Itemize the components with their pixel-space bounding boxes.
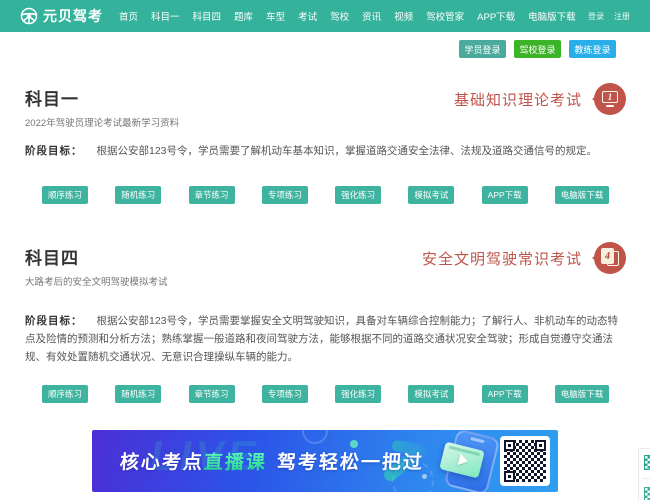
subject4-practice-random-button[interactable]: 随机练习 (115, 385, 162, 403)
register-link[interactable]: 注册 (614, 11, 630, 22)
banner-text-highlight: 直播课 (203, 452, 268, 474)
subject1-practice-random-button[interactable]: 随机练习 (115, 186, 162, 204)
subject1-mock-exam-button[interactable]: 模拟考试 (408, 186, 455, 204)
nav-item-app-download[interactable]: APP下载 (477, 9, 515, 23)
goal-text: 根据公安部123号令，学员需要掌握安全文明驾驶知识，具备对车辆综合控制能力；了解… (25, 315, 619, 363)
subject4-practice-special-button[interactable]: 专项练习 (261, 385, 308, 403)
banner-text-pre: 核心考点 (119, 452, 205, 474)
main-nav: 首页 科目一 科目四 题库 车型 考试 驾校 资讯 视频 驾校管家 APP下载 … (119, 9, 588, 23)
role-login-row: 学员登录 驾校登录 教练登录 (0, 40, 650, 58)
nav-item-exam[interactable]: 考试 (298, 9, 317, 23)
nav-item-question-bank[interactable]: 题库 (234, 9, 253, 23)
live-course-banner[interactable]: LIVE 核心考点直播课驾考轻松一把过 (92, 430, 558, 492)
monitor-icon: 1 (602, 91, 618, 107)
subject4-goal: 阶段目标： 根据公安部123号令，学员需要掌握安全文明驾驶知识，具备对车辆综合控制… (25, 312, 626, 366)
nav-item-pc-download[interactable]: 电脑版下载 (528, 9, 576, 23)
main-content: 科目一 基础知识理论考试 1 2022年驾驶员理论考试最新学习资料 阶段目标：根… (0, 83, 650, 403)
subject4-practice-intensive-button[interactable]: 强化练习 (335, 385, 382, 403)
subject1-pc-download-button[interactable]: 电脑版下载 (554, 186, 609, 204)
subject1-practice-intensive-button[interactable]: 强化练习 (335, 186, 382, 204)
site-logo[interactable]: 元贝驾考 (20, 6, 103, 26)
subject4-practice-chapter-button[interactable]: 章节练习 (188, 385, 235, 403)
nav-item-driving-school[interactable]: 驾校 (330, 9, 349, 23)
subject4-exam-label: 安全文明驾驶常识考试 4 (422, 242, 626, 274)
login-link[interactable]: 登录 (588, 11, 604, 22)
nav-item-news[interactable]: 资讯 (362, 9, 381, 23)
subject1-exam-label: 基础知识理论考试 1 (454, 83, 626, 115)
page: 元贝驾考 首页 科目一 科目四 题库 车型 考试 驾校 资讯 视频 驾校管家 A… (0, 0, 650, 500)
site-logo-text: 元贝驾考 (43, 8, 103, 24)
subject4-mock-exam-button[interactable]: 模拟考试 (408, 385, 455, 403)
goal-label: 阶段目标： (25, 145, 83, 157)
nav-item-subject1[interactable]: 科目一 (151, 9, 180, 23)
subject4-pc-download-button[interactable]: 电脑版下载 (554, 385, 609, 403)
subject1-practice-sequence-button[interactable]: 顺序练习 (42, 186, 88, 204)
subject1-practice-buttons: 顺序练习 随机练习 章节练习 专项练习 强化练习 模拟考试 APP下载 电脑版下… (25, 186, 626, 204)
subject1-goal: 阶段目标： 根据公安部123号令，学员需要了解机动车基本知识，掌握道路交通安全法律… (25, 142, 626, 160)
banner-text: 核心考点直播课 驾考轻松一把过 (119, 448, 425, 475)
coach-login-button[interactable]: 教练登录 (569, 40, 616, 58)
subject4-exam-badge: 4 (592, 242, 626, 274)
play-icon (457, 453, 470, 468)
subject4-app-download-button[interactable]: APP下载 (481, 385, 528, 403)
subject1-exam-name: 基础知识理论考试 (453, 92, 582, 109)
subject1-subtitle: 2022年驾驶员理论考试最新学习资料 (25, 118, 180, 129)
subject1-badge-number: 1 (602, 91, 618, 103)
nav-item-subject4[interactable]: 科目四 (193, 9, 222, 23)
subject4-practice-buttons: 顺序练习 随机练习 章节练习 专项练习 强化练习 模拟考试 APP下载 电脑版下… (25, 385, 626, 403)
subject1-practice-special-button[interactable]: 专项练习 (261, 186, 308, 204)
subject1-app-download-button[interactable]: APP下载 (481, 186, 528, 204)
side-float-widget[interactable] (638, 448, 650, 500)
qr-code-icon[interactable] (644, 455, 650, 470)
top-nav-bar: 元贝驾考 首页 科目一 科目四 题库 车型 考试 驾校 资讯 视频 驾校管家 A… (0, 0, 650, 32)
widget-icon[interactable] (644, 487, 650, 500)
subject1-header-row: 科目一 基础知识理论考试 1 (25, 83, 626, 115)
subject1-title: 科目一 (25, 90, 79, 109)
student-login-button[interactable]: 学员登录 (459, 40, 506, 58)
auth-links: 登录 注册 (588, 11, 630, 22)
subject4-title: 科目四 (25, 249, 79, 268)
subject4-header-row: 科目四 安全文明驾驶常识考试 4 (25, 242, 626, 274)
nav-item-vehicle-type[interactable]: 车型 (266, 9, 285, 23)
subject4-subtitle: 大路考后的安全文明驾驶模拟考试 (25, 277, 168, 288)
subject1-practice-chapter-button[interactable]: 章节练习 (188, 186, 235, 204)
steering-wheel-icon (20, 7, 38, 25)
nav-item-video[interactable]: 视频 (394, 9, 413, 23)
subject4-practice-sequence-button[interactable]: 顺序练习 (42, 385, 88, 403)
nav-item-school-manager[interactable]: 驾校管家 (426, 9, 464, 23)
banner-qr-code (500, 436, 550, 486)
goal-text: 根据公安部123号令，学员需要了解机动车基本知识，掌握道路交通安全法律、法规及道… (96, 145, 598, 157)
goal-label: 阶段目标： (25, 315, 83, 327)
subject4-exam-name: 安全文明驾驶常识考试 (421, 251, 582, 268)
subject1-exam-badge: 1 (592, 83, 626, 115)
school-login-button[interactable]: 驾校登录 (514, 40, 561, 58)
cards-icon: 4 (601, 248, 619, 268)
subject4-badge-number: 4 (601, 248, 614, 264)
banner-text-rest: 驾考轻松一把过 (276, 452, 425, 474)
nav-item-home[interactable]: 首页 (119, 9, 138, 23)
